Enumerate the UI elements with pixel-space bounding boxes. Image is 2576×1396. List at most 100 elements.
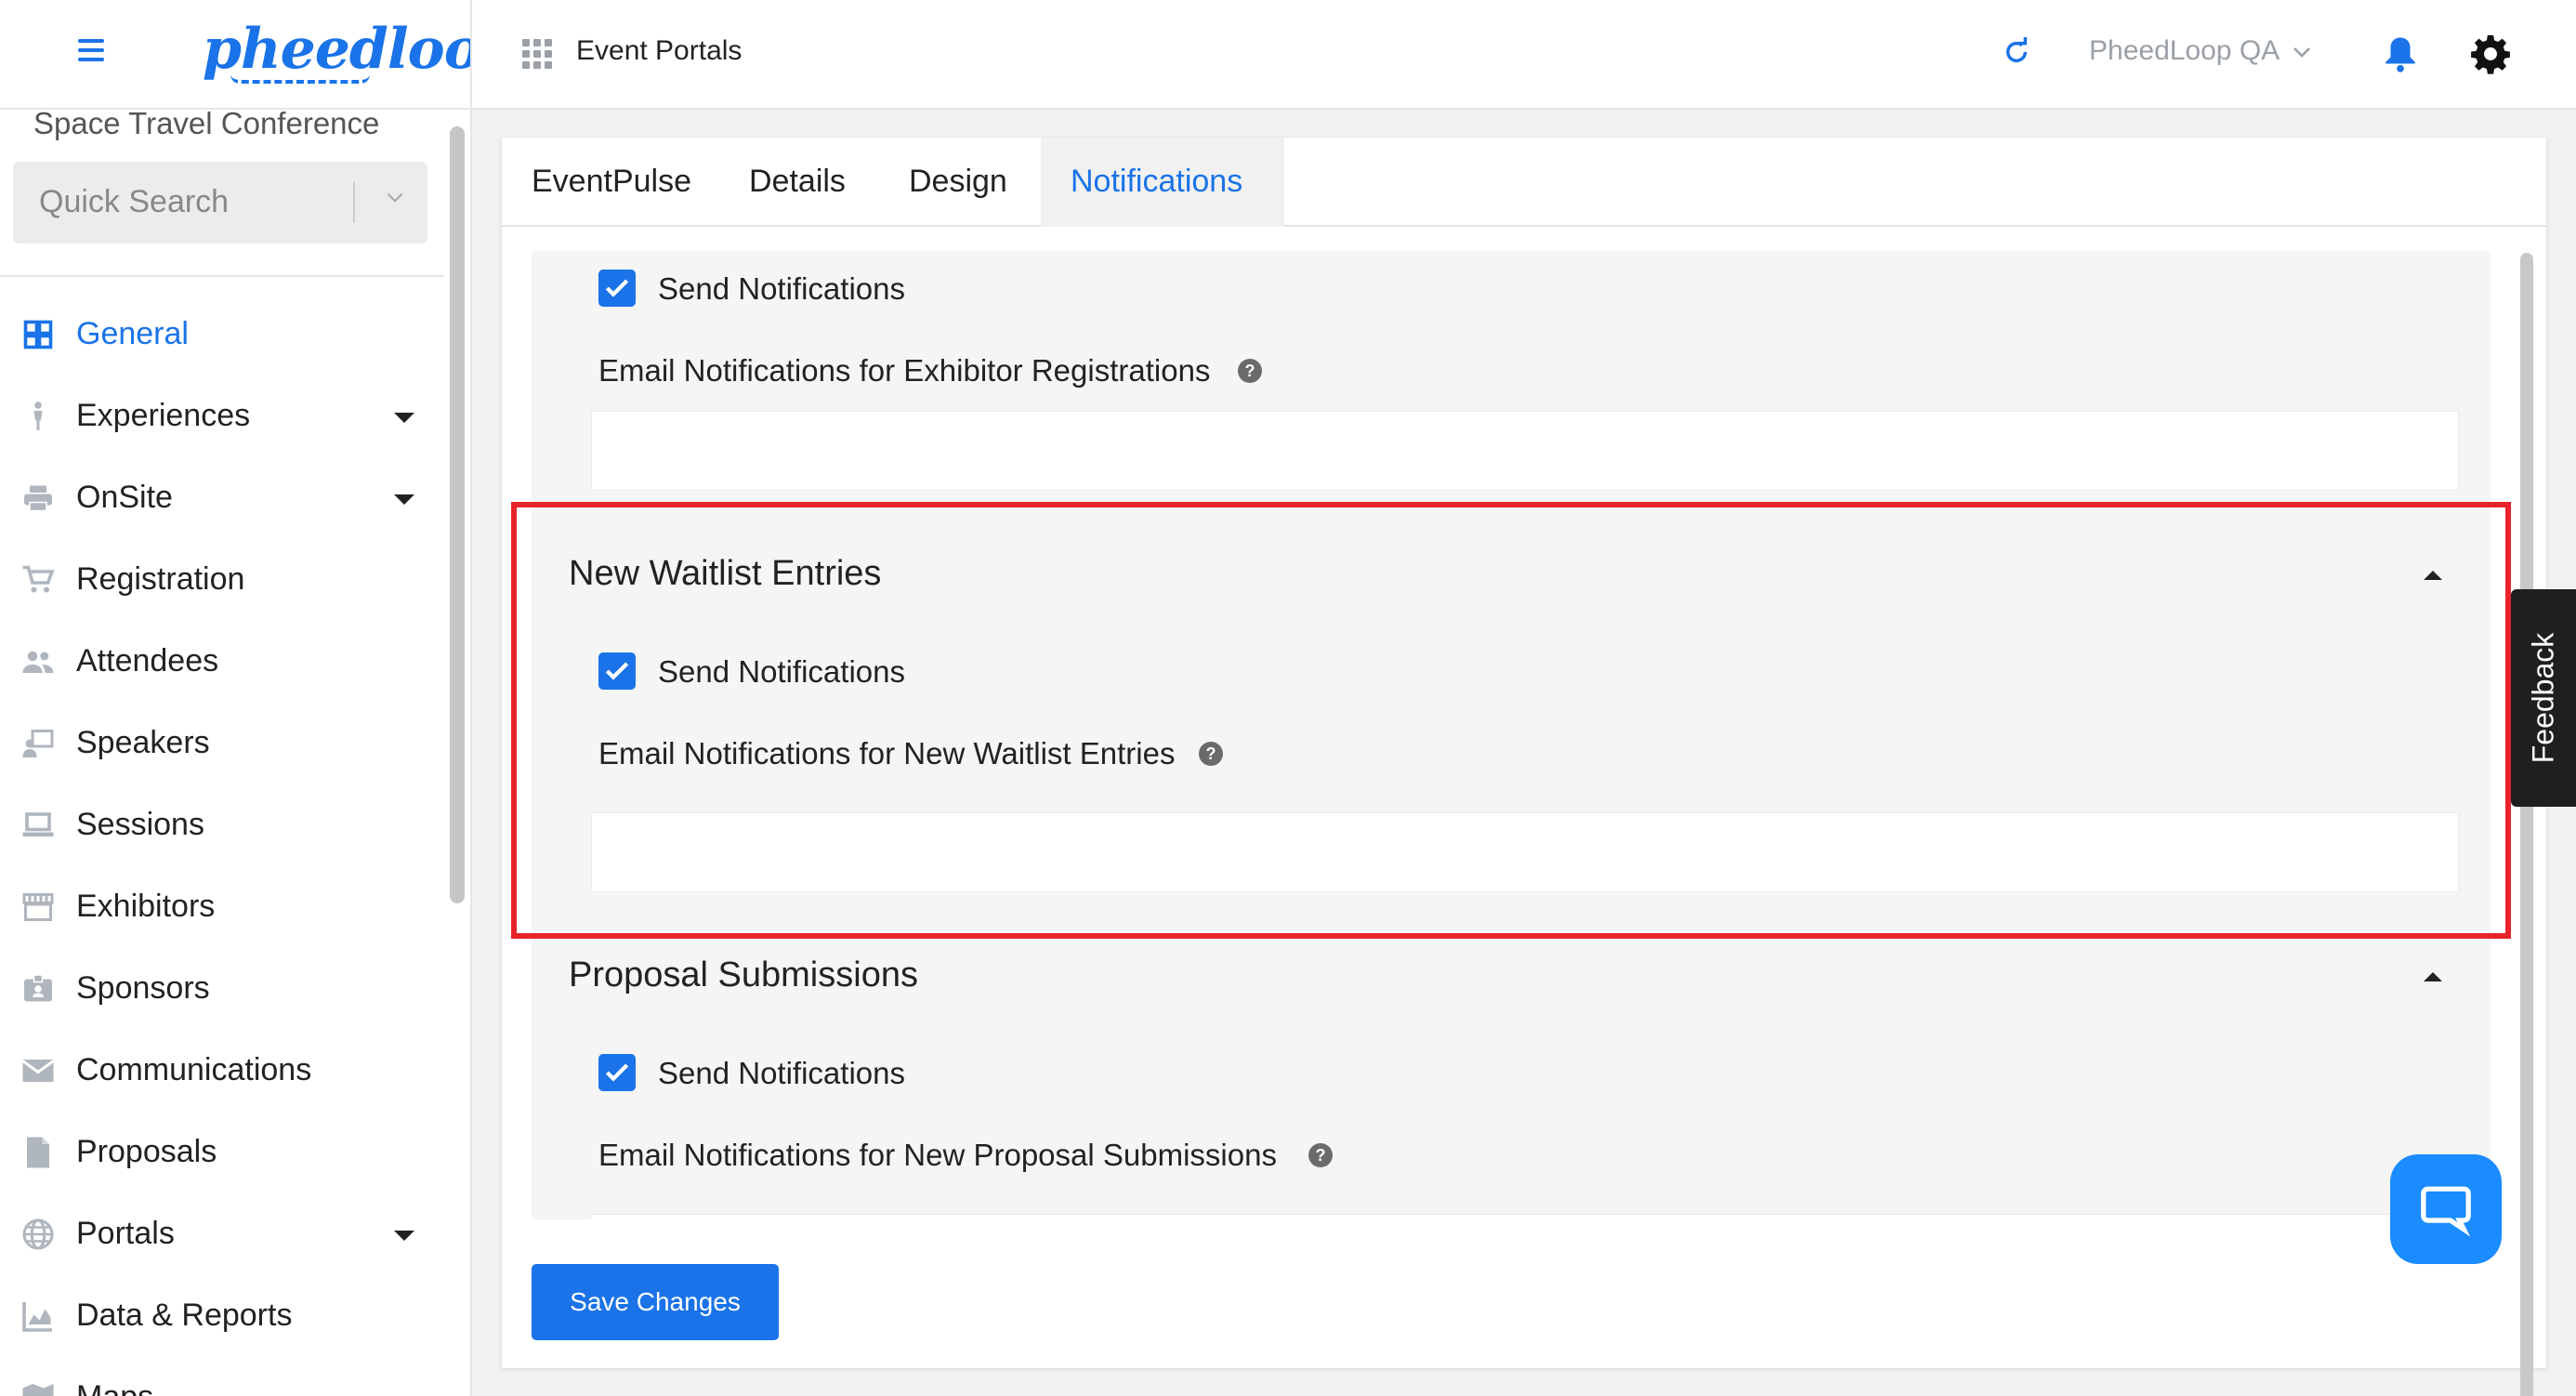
proposal-send-label: Send Notifications	[658, 1056, 905, 1090]
event-name: Space Travel Conference	[33, 106, 380, 140]
exhibitor-send-label: Send Notifications	[658, 271, 905, 306]
tab-design[interactable]: Design	[909, 138, 1007, 227]
chat-bubble-icon	[2421, 1186, 2471, 1236]
pheedloop-logo[interactable]: pheedloop	[203, 17, 470, 82]
waitlist-send-checkbox[interactable]	[598, 652, 636, 690]
proposal-send-checkbox[interactable]	[598, 1054, 636, 1091]
printer-icon	[24, 485, 52, 512]
sidebar-item-exhibitors[interactable]: Exhibitors	[0, 866, 444, 948]
caret-down-icon	[394, 413, 414, 423]
tab-eventpulse[interactable]: EventPulse	[532, 138, 691, 227]
apps-grid-icon[interactable]	[522, 39, 552, 69]
tab-details[interactable]: Details	[749, 138, 846, 227]
mail-icon	[21, 1060, 55, 1082]
main-card: EventPulse Details Design Notifications …	[502, 138, 2546, 1396]
help-icon[interactable]: ?	[1199, 742, 1223, 766]
file-icon	[27, 1137, 49, 1168]
sidebar: pheedloop Space Travel Conference Quick …	[0, 0, 472, 1396]
waitlist-section-title: New Waitlist Entries	[569, 554, 882, 593]
proposal-email-input[interactable]	[591, 1214, 2459, 1219]
chat-launcher-button[interactable]	[2390, 1154, 2502, 1264]
checkmark-icon	[605, 1063, 629, 1082]
map-icon	[22, 1384, 54, 1396]
help-icon[interactable]: ?	[1238, 359, 1262, 383]
refresh-icon[interactable]	[2002, 37, 2031, 67]
cart-icon	[22, 565, 55, 593]
feedback-label: Feedback	[2526, 632, 2560, 764]
chevron-down-icon[interactable]	[2290, 41, 2314, 63]
badge-icon	[24, 974, 52, 1002]
sidebar-item-sponsors[interactable]: Sponsors	[0, 948, 444, 1030]
save-changes-button[interactable]: Save Changes	[532, 1264, 779, 1340]
quick-search-separator	[353, 182, 355, 223]
person-icon	[33, 402, 43, 430]
proposal-email-label: Email Notifications for New Proposal Sub…	[598, 1138, 1277, 1172]
chart-icon	[22, 1302, 52, 1332]
chevron-down-icon[interactable]	[383, 186, 407, 210]
sidebar-item-general[interactable]: General	[0, 294, 444, 375]
checkmark-icon	[605, 279, 629, 297]
tab-notifications[interactable]: Notifications	[1041, 138, 1284, 227]
sidebar-item-label: Exhibitors	[76, 889, 216, 924]
sidebar-item-registration[interactable]: Registration	[0, 539, 444, 621]
exhibitor-email-input[interactable]	[591, 411, 2459, 491]
sidebar-item-label: Portals	[76, 1216, 175, 1251]
waitlist-send-label: Send Notifications	[658, 654, 905, 689]
sidebar-item-label: Experiences	[76, 398, 251, 433]
speaker-icon	[22, 730, 54, 757]
sidebar-item-label: Sponsors	[76, 970, 210, 1006]
sidebar-item-maps[interactable]: Maps	[0, 1357, 444, 1396]
sidebar-scrollbar[interactable]	[450, 126, 465, 903]
sidebar-item-attendees[interactable]: Attendees	[0, 621, 444, 703]
caret-down-icon	[394, 1231, 414, 1241]
sidebar-item-label: Proposals	[76, 1134, 217, 1169]
grid-icon	[23, 320, 53, 349]
feedback-tab[interactable]: Feedback	[2511, 589, 2576, 807]
hamburger-menu-icon[interactable]	[78, 39, 104, 65]
sidebar-item-experiences[interactable]: Experiences	[0, 375, 444, 457]
exhibitor-email-label: Email Notifications for Exhibitor Regist…	[598, 353, 1211, 388]
caret-down-icon	[394, 494, 414, 505]
waitlist-email-input[interactable]	[591, 812, 2459, 892]
sidebar-nav: General Experiences OnSite Registration …	[0, 294, 444, 1396]
sidebar-item-label: Communications	[76, 1052, 312, 1087]
logo-bar: pheedloop	[0, 0, 470, 110]
quick-search-placeholder: Quick Search	[39, 184, 230, 219]
sidebar-item-onsite[interactable]: OnSite	[0, 457, 444, 539]
tab-bar: EventPulse Details Design Notifications	[502, 138, 2546, 227]
quick-search-select[interactable]: Quick Search	[13, 162, 427, 244]
organization-switcher[interactable]: PheedLoop QA	[2089, 35, 2280, 67]
help-icon[interactable]: ?	[1308, 1143, 1333, 1167]
collapse-up-icon[interactable]	[2424, 972, 2442, 981]
collapse-up-icon[interactable]	[2424, 571, 2442, 580]
sidebar-item-label: Maps	[76, 1379, 153, 1396]
top-header: Event Portals PheedLoop QA	[472, 0, 2576, 110]
proposal-section-title: Proposal Submissions	[569, 955, 918, 994]
bell-icon[interactable]	[2381, 33, 2420, 74]
waitlist-email-label: Email Notifications for New Waitlist Ent…	[598, 736, 1176, 770]
checkmark-icon	[605, 662, 629, 680]
sidebar-item-portals[interactable]: Portals	[0, 1193, 444, 1275]
sidebar-item-speakers[interactable]: Speakers	[0, 703, 444, 784]
sidebar-item-communications[interactable]: Communications	[0, 1030, 444, 1112]
content-scrollbar[interactable]	[2520, 253, 2533, 1396]
sidebar-divider	[0, 275, 444, 277]
sidebar-item-sessions[interactable]: Sessions	[0, 784, 444, 866]
exhibitor-send-checkbox[interactable]	[598, 270, 636, 307]
notifications-content: Send Notifications Email Notifications f…	[532, 251, 2491, 1219]
gear-icon[interactable]	[2470, 33, 2511, 74]
sidebar-item-label: Registration	[76, 561, 245, 597]
sidebar-item-label: Attendees	[76, 643, 219, 678]
sidebar-item-label: Sessions	[76, 807, 204, 842]
sidebar-item-proposals[interactable]: Proposals	[0, 1112, 444, 1193]
people-icon	[22, 651, 54, 673]
sidebar-item-label: OnSite	[76, 480, 173, 515]
globe-icon	[22, 1218, 54, 1250]
page-title: Event Portals	[576, 35, 743, 66]
sidebar-item-label: General	[76, 316, 189, 351]
sidebar-item-data-reports[interactable]: Data & Reports	[0, 1275, 444, 1357]
sidebar-item-label: Speakers	[76, 725, 210, 760]
sidebar-item-label: Data & Reports	[76, 1297, 293, 1333]
store-icon	[22, 893, 54, 921]
logo-swoosh	[230, 74, 370, 84]
